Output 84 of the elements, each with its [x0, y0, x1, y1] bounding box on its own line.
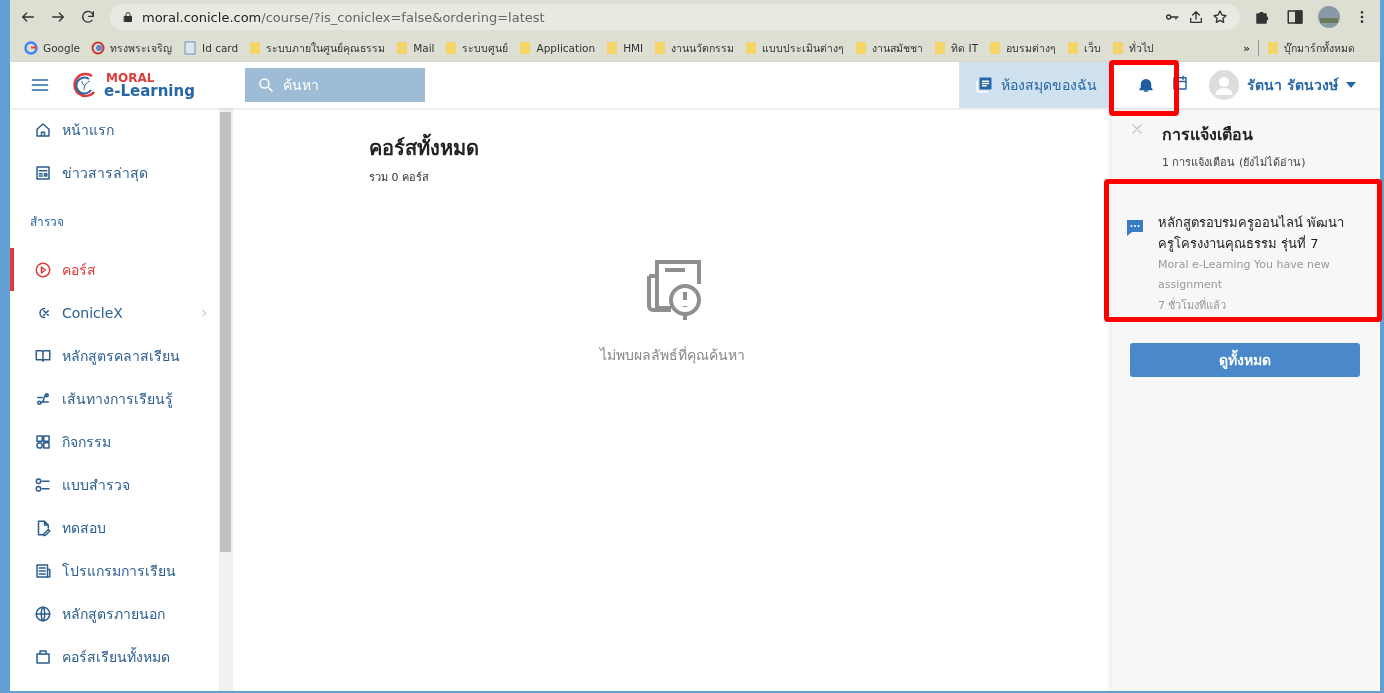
page-icon: [183, 41, 198, 55]
address-bar[interactable]: moral.conicle.com/course/?is_coniclex=false&ordering=latest: [110, 4, 1240, 30]
bookmark[interactable]: HMI: [606, 41, 644, 55]
bookmark[interactable]: งานสมัชชา: [855, 39, 924, 57]
folder-icon: [249, 41, 262, 55]
sidebar-item[interactable]: ทดสอบ: [10, 506, 219, 549]
scrollbar[interactable]: [219, 108, 232, 691]
notification-title: หลักสูตรอบรมครูออนไลน์ พัฒนาครูโครงงานคุณธรรม รุ่นที่ 7: [1158, 214, 1346, 254]
folder-icon: [1067, 41, 1080, 55]
calendar-icon[interactable]: [1171, 74, 1190, 92]
side-panel-icon[interactable]: [1286, 8, 1304, 26]
bookmark[interactable]: Application: [519, 41, 596, 55]
bookmark[interactable]: อบรมต่างๆ: [989, 39, 1057, 57]
notification-item[interactable]: หลักสูตรอบรมครูออนไลน์ พัฒนาครูโครงงานคุณธรรม รุ่นที่ 7 Moral e-Learning You have new assignment 7 ชั่วโมงที่แล้ว: [1112, 177, 1380, 322]
share-icon[interactable]: [1188, 9, 1204, 25]
nav-icon: [34, 647, 52, 666]
lock-icon: [122, 11, 134, 23]
folder-icon: [445, 41, 458, 55]
caret-icon: [1346, 82, 1356, 88]
all-bookmarks[interactable]: บุ๊กมาร์กทั้งหมด: [1267, 39, 1355, 57]
nav-icon: [34, 260, 52, 279]
sidebar-item[interactable]: โปรแกรมการเรียน: [10, 549, 219, 592]
sidebar-item[interactable]: เส้นทางการเรียนรู้: [10, 377, 219, 420]
notification-body: Moral e-Learning You have new assignment: [1158, 256, 1331, 294]
folder-icon: [519, 41, 532, 55]
back-icon[interactable]: [20, 9, 36, 25]
sidebar-item[interactable]: คอร์สเรียนทั้งหมด: [10, 635, 219, 678]
empty-message: ไม่พบผลลัพธ์ที่คุณค้นหา: [600, 345, 745, 366]
library-icon: [975, 76, 994, 94]
nav-icon: [34, 604, 52, 623]
bookmark[interactable]: เว็บ: [1067, 39, 1102, 57]
sidebar-item[interactable]: ConicleX: [10, 291, 219, 334]
forward-icon[interactable]: [50, 9, 66, 25]
folder-icon: [934, 41, 947, 55]
section-heading: สำรวจ: [29, 213, 65, 231]
sidebar-item[interactable]: กิจกรรม: [10, 420, 219, 463]
chevron-icon: [199, 307, 209, 318]
bookmark[interactable]: ระบบภายในศูนย์คุณธรรม: [249, 39, 386, 57]
reload-icon[interactable]: [80, 9, 96, 25]
user-menu[interactable]: รัตนา รัตนวงษ์: [1209, 70, 1356, 100]
sidebar-item[interactable]: หน้าแรก: [10, 108, 219, 151]
avatar-icon[interactable]: [1318, 6, 1340, 28]
folder-icon: [1112, 41, 1125, 55]
bookmark[interactable]: งานนวัตกรรม: [654, 39, 735, 57]
folder-icon: [855, 41, 868, 55]
panel-title: การแจ้งเตือน: [1162, 124, 1254, 146]
page-title: คอร์สทั้งหมด: [369, 132, 1112, 164]
nav-icon: [34, 163, 52, 182]
search-icon: [257, 76, 275, 94]
view-all-button[interactable]: ดูทั้งหมด: [1130, 343, 1360, 378]
sidebar-item[interactable]: แบบสำรวจ: [10, 463, 219, 506]
sidebar-item[interactable]: หลักสูตรคลาสเรียน: [10, 334, 219, 377]
avatar-icon: [1209, 70, 1240, 100]
folder-icon: [1267, 41, 1279, 55]
logo-icon: [72, 72, 98, 98]
bookmark[interactable]: Id card: [183, 41, 239, 55]
bookmark[interactable]: ทรงพระเจริญ: [91, 39, 173, 57]
bookmark[interactable]: ทั่วไป: [1112, 39, 1155, 57]
bookmark[interactable]: แบบประเมินต่างๆ: [745, 39, 845, 57]
course-count: รวม 0 คอร์ส: [369, 170, 430, 186]
logo[interactable]: MORAL e-Learning: [72, 71, 207, 99]
google-icon: [24, 41, 38, 55]
notification-time: 7 ชั่วโมงที่แล้ว: [1158, 296, 1228, 315]
folder-icon: [396, 41, 409, 55]
bookmark[interactable]: Google: [24, 41, 81, 55]
bell-icon[interactable]: [1137, 76, 1156, 94]
bookmark[interactable]: Mail: [396, 41, 435, 55]
unread-count: 1 การแจ้งเตือน (ยังไม่ได้อ่าน): [1162, 155, 1306, 171]
nav-icon: [34, 432, 52, 451]
nav-icon: [34, 120, 52, 139]
folder-icon: [989, 41, 1002, 55]
nav-icon: [34, 475, 52, 494]
star-icon[interactable]: [1212, 9, 1228, 25]
bookmark[interactable]: ระบบศูนย์: [445, 39, 509, 57]
folder-icon: [745, 41, 758, 55]
chat-icon: [1126, 219, 1144, 237]
sidebar-item[interactable]: หลักสูตรภายนอก: [10, 592, 219, 635]
more-bookmarks-button[interactable]: »: [1243, 42, 1250, 54]
logo-icon: [91, 41, 106, 55]
nav-icon: [34, 561, 52, 580]
sidebar-item[interactable]: ข่าวสารล่าสุด: [10, 151, 219, 194]
bookmark[interactable]: ทิด IT: [934, 39, 979, 57]
folder-icon: [654, 41, 667, 55]
folder-icon: [606, 41, 619, 55]
